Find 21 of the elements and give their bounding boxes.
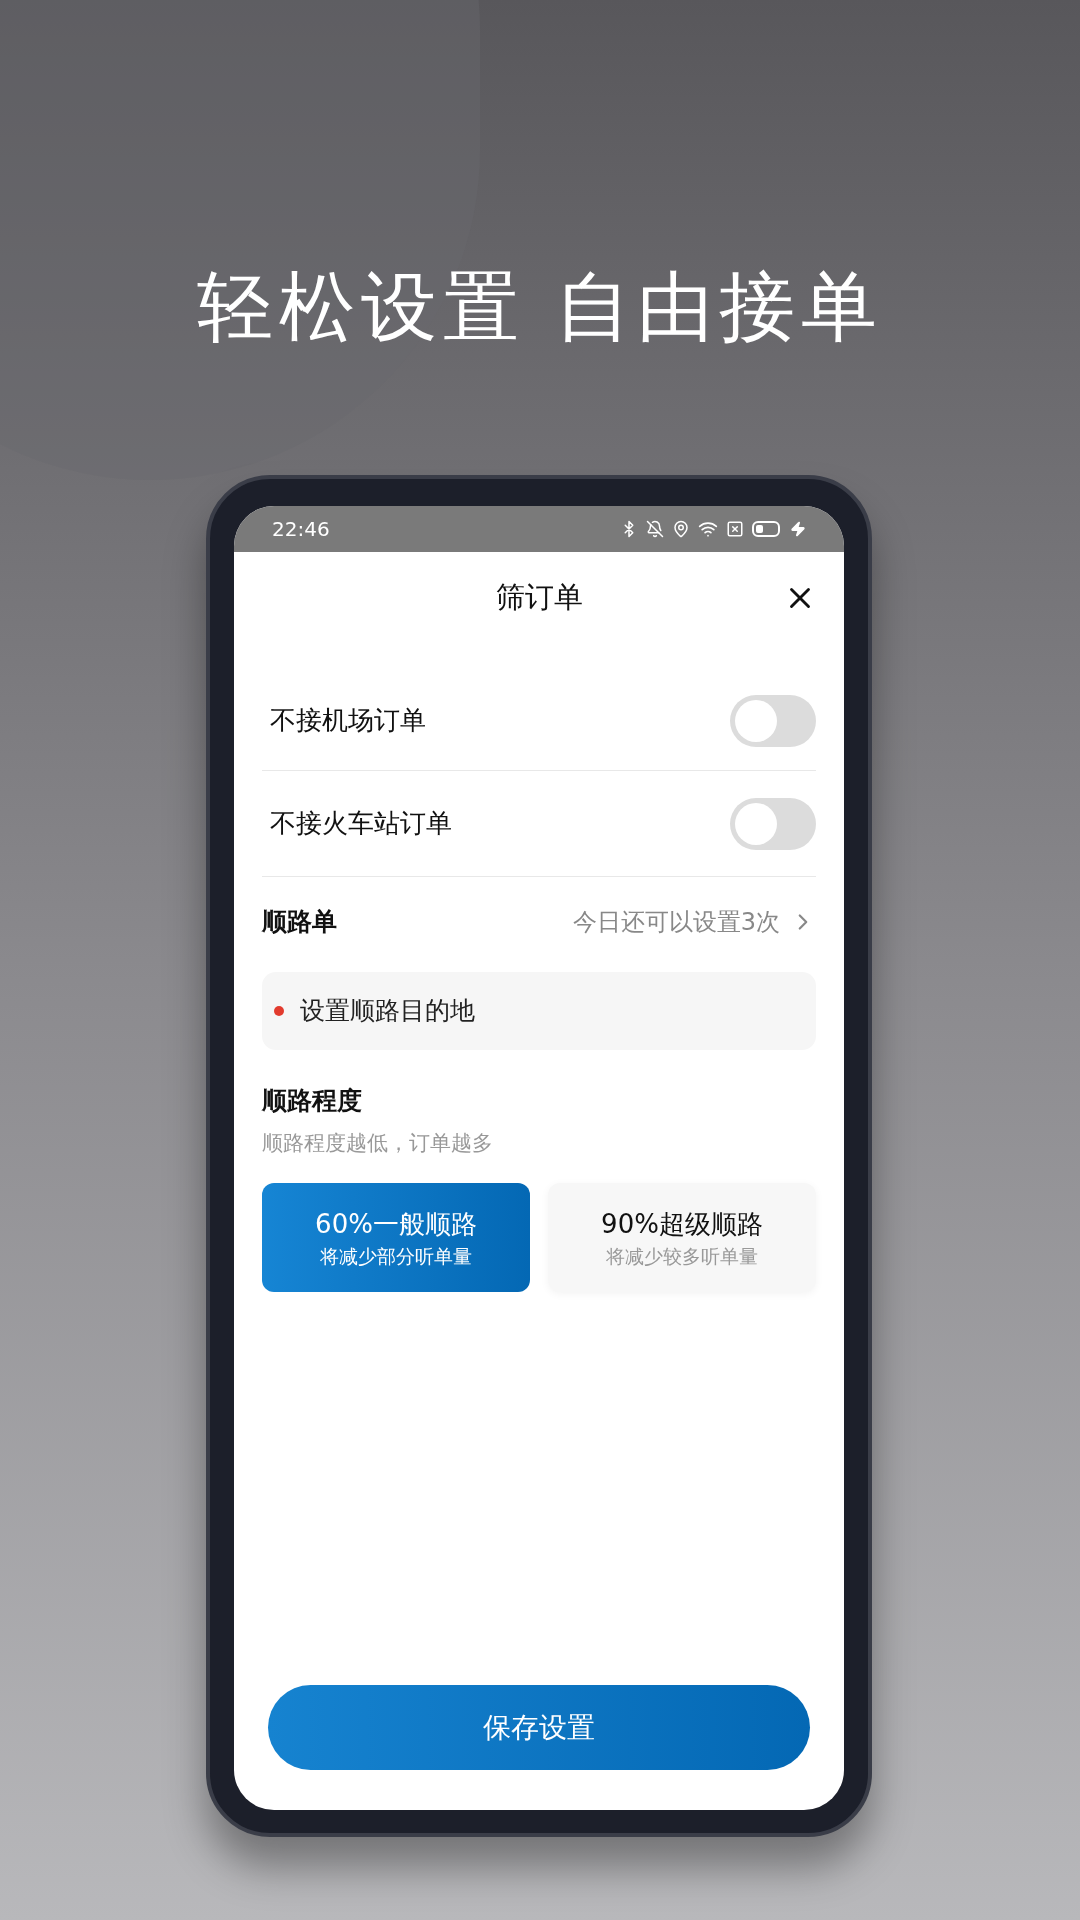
toggle-switch[interactable] (730, 797, 816, 850)
battery-icon (752, 521, 782, 537)
location-icon (672, 520, 690, 538)
charging-icon (790, 521, 806, 537)
destination-button[interactable]: 设置顺路目的地 (262, 972, 816, 1050)
degree-option[interactable]: 60%一般顺路 将减少部分听单量 (262, 1183, 530, 1292)
sim-icon (726, 520, 744, 538)
status-time: 22:46 (272, 516, 330, 543)
section-title: 顺路单 (262, 906, 337, 939)
degree-option[interactable]: 90%超级顺路 将减少较多听单量 (548, 1183, 816, 1292)
bell-off-icon (646, 520, 664, 538)
headline: 轻松设置 自由接单 (196, 262, 884, 352)
toggle-label: 不接火车站订单 (270, 807, 452, 840)
wifi-icon (698, 519, 718, 539)
sheet-title: 筛订单 (495, 579, 583, 617)
section-hint: 顺路程度越低，订单越多 (262, 1130, 494, 1156)
toggle-label: 不接机场订单 (270, 704, 426, 737)
toggle-switch[interactable] (730, 694, 816, 747)
remaining-link[interactable]: 今日还可以设置3次 (572, 904, 816, 940)
section-title: 顺路程度 (262, 1086, 363, 1116)
save-button[interactable]: 保存设置 (268, 1685, 810, 1770)
